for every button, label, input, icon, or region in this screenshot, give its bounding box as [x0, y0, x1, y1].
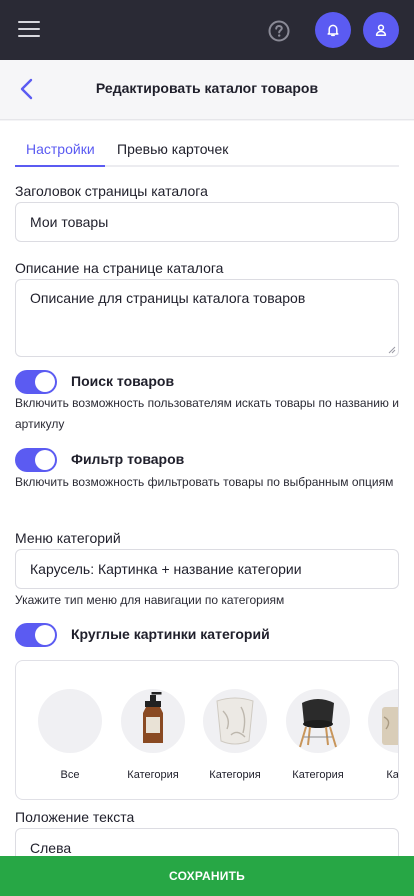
- category-menu-field-label: Меню категорий: [15, 530, 121, 546]
- partial-item-image: [368, 689, 398, 753]
- black-chair-image: [286, 689, 350, 753]
- category-item[interactable]: Катег: [368, 689, 399, 781]
- tab-card-preview[interactable]: Превью карточек: [117, 141, 228, 157]
- help-circle-icon[interactable]: [268, 20, 290, 42]
- text-position-field-label: Положение текста: [15, 809, 135, 825]
- category-caption: Категория: [292, 769, 344, 781]
- notifications-button[interactable]: [315, 12, 351, 48]
- tabs-bar: Настройки Превью карточек: [15, 139, 399, 167]
- filter-toggle-help: Включить возможность фильтровать товары …: [15, 475, 394, 489]
- text-position-select[interactable]: Слева: [15, 828, 399, 856]
- search-toggle-help: Включить возможность пользователям искат…: [15, 396, 399, 431]
- filter-toggle-label: Фильтр товаров: [71, 451, 185, 467]
- search-toggle-label: Поиск товаров: [71, 373, 175, 389]
- page-title-input-value: Мои товары: [30, 214, 109, 230]
- amber-bottle-image: [121, 689, 185, 753]
- category-menu-help: Укажите тип меню для навигации по катего…: [15, 593, 285, 607]
- tab-settings[interactable]: Настройки: [26, 141, 95, 157]
- resize-handle-icon[interactable]: [388, 346, 396, 354]
- filter-toggle[interactable]: [15, 448, 57, 472]
- user-icon: [375, 24, 387, 36]
- page-title: Редактировать каталог товаров: [95, 80, 319, 96]
- category-item[interactable]: Категория: [121, 689, 185, 781]
- save-button-label: СОХРАНИТЬ: [169, 869, 245, 883]
- save-button[interactable]: СОХРАНИТЬ: [0, 856, 414, 896]
- category-caption: Категория: [127, 769, 179, 781]
- bell-icon: [327, 24, 339, 37]
- category-item[interactable]: Категория: [286, 689, 350, 781]
- round-images-toggle[interactable]: [15, 623, 57, 647]
- category-caption: Катег: [386, 769, 399, 781]
- page-header: Редактировать каталог товаров: [0, 60, 414, 120]
- active-tab-indicator: [15, 165, 105, 167]
- round-images-toggle-label: Круглые картинки категорий: [71, 626, 270, 642]
- hamburger-icon[interactable]: [18, 21, 40, 38]
- page-title-input[interactable]: Мои товары: [15, 202, 399, 242]
- category-image-blank: [38, 689, 102, 753]
- ceramic-vase-image: [203, 689, 267, 753]
- top-app-bar: [0, 0, 414, 60]
- category-carousel-preview: Все Категория Категория Категория Катег: [15, 660, 399, 800]
- settings-form: Настройки Превью карточек Заголовок стра…: [0, 121, 414, 856]
- search-toggle[interactable]: [15, 370, 57, 394]
- profile-button[interactable]: [363, 12, 399, 48]
- description-textarea-value: Описание для страницы каталога товаров: [30, 290, 306, 306]
- page-title-field-label: Заголовок страницы каталога: [15, 183, 208, 199]
- category-menu-select[interactable]: Карусель: Картинка + название категории: [15, 549, 399, 589]
- description-textarea[interactable]: Описание для страницы каталога товаров: [15, 279, 399, 357]
- text-position-select-value: Слева: [30, 840, 72, 856]
- description-field-label: Описание на странице каталога: [15, 260, 224, 276]
- category-item[interactable]: Все: [38, 689, 102, 781]
- category-caption: Все: [60, 769, 80, 781]
- category-menu-select-value: Карусель: Картинка + название категории: [30, 561, 302, 577]
- category-item[interactable]: Категория: [203, 689, 267, 781]
- category-caption: Категория: [209, 769, 261, 781]
